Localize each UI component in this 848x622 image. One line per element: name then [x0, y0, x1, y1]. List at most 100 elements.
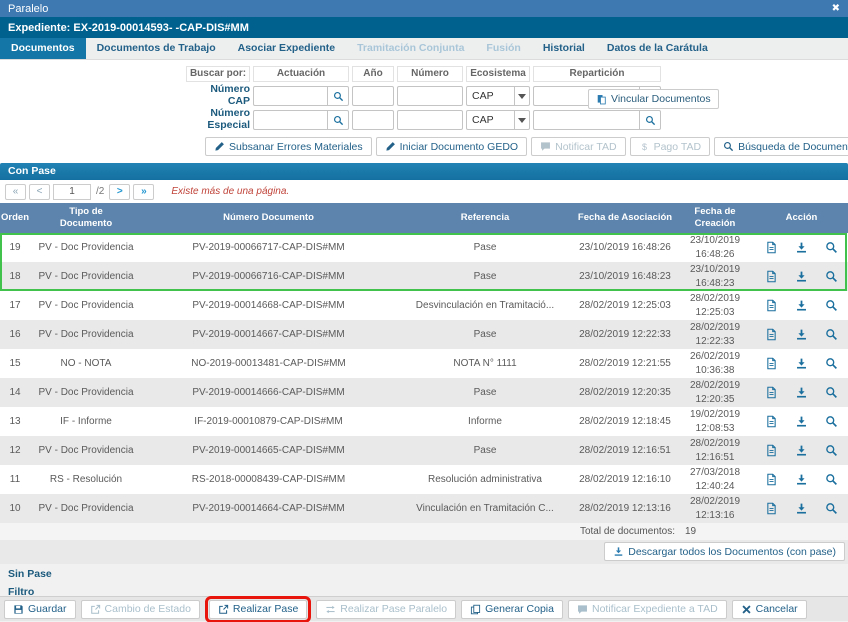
search-icon[interactable] [640, 110, 661, 130]
table-row[interactable]: 13 IF - Informe IF-2019-00010879-CAP-DIS… [0, 407, 848, 436]
vincular-documentos-button[interactable]: Vincular Documentos [588, 89, 719, 109]
search-icon[interactable] [825, 241, 838, 254]
search-icon[interactable] [825, 386, 838, 399]
tab[interactable]: Asociar Expediente [227, 38, 346, 59]
form-action-button[interactable]: Iniciar Documento GEDO [376, 137, 527, 156]
document-icon[interactable] [765, 415, 778, 428]
cap-ecosistema-select[interactable]: CAP [466, 86, 530, 106]
cell-tipo-documento: IF - Informe [30, 416, 142, 427]
search-icon[interactable] [825, 444, 838, 457]
download-icon[interactable] [795, 502, 808, 515]
cap-anio-input[interactable] [352, 86, 394, 106]
form-action-button[interactable]: Notificar TAD [531, 137, 625, 156]
footer-button[interactable]: Realizar Pase Paralelo [316, 600, 456, 619]
search-icon[interactable] [825, 270, 838, 283]
document-icon[interactable] [765, 357, 778, 370]
table-row[interactable]: 17 PV - Doc Providencia PV-2019-00014668… [0, 291, 848, 320]
especial-numero-input[interactable] [397, 110, 463, 130]
button-label: Búsqueda de Documentos [738, 141, 848, 153]
close-icon[interactable]: ✖ [832, 4, 840, 14]
footer-button[interactable]: Realizar Pase [209, 600, 307, 619]
dollar-icon [639, 141, 650, 152]
cell-fecha-creacion: 28/02/2019 12:13:16 [675, 495, 755, 522]
download-icon[interactable] [795, 241, 808, 254]
download-icon[interactable] [795, 299, 808, 312]
document-icon[interactable] [765, 444, 778, 457]
document-icon[interactable] [765, 473, 778, 486]
col-orden: Orden [0, 203, 30, 233]
especial-anio-input[interactable] [352, 110, 394, 130]
search-icon[interactable] [825, 357, 838, 370]
cell-orden: 19 [0, 242, 30, 253]
search-icon[interactable] [328, 86, 349, 106]
search-icon[interactable] [825, 415, 838, 428]
tab[interactable]: Documentos [0, 38, 86, 59]
download-icon[interactable] [795, 473, 808, 486]
document-icon[interactable] [765, 328, 778, 341]
table-row[interactable]: 16 PV - Doc Providencia PV-2019-00014667… [0, 320, 848, 349]
download-icon[interactable] [795, 444, 808, 457]
document-icon[interactable] [765, 386, 778, 399]
tab[interactable]: Fusión [475, 38, 531, 59]
tab[interactable]: Tramitación Conjunta [346, 38, 475, 59]
chat-icon [540, 141, 551, 152]
prev-page-button[interactable]: < [29, 184, 50, 200]
cell-orden: 16 [0, 329, 30, 340]
footer-button[interactable]: Cambio de Estado [81, 600, 200, 619]
con-pase-header[interactable]: Con Pase [0, 163, 848, 180]
header-anio: Año [352, 66, 394, 82]
search-icon[interactable] [825, 473, 838, 486]
document-icon[interactable] [765, 502, 778, 515]
footer-button[interactable]: Generar Copia [461, 600, 563, 619]
search-icon[interactable] [825, 502, 838, 515]
table-row[interactable]: 15 NO - NOTA NO-2019-00013481-CAP-DIS#MM… [0, 349, 848, 378]
modal-titlebar: Paralelo ✖ [0, 0, 848, 17]
last-page-button[interactable]: » [133, 184, 154, 200]
document-icon[interactable] [765, 299, 778, 312]
download-icon[interactable] [795, 328, 808, 341]
search-icon[interactable] [328, 110, 349, 130]
tab-label: Historial [543, 42, 585, 54]
table-row[interactable]: 11 RS - Resolución RS-2018-00008439-CAP-… [0, 465, 848, 494]
especial-reparticion-input[interactable] [533, 110, 640, 130]
cap-actuacion-input[interactable] [253, 86, 328, 106]
tab[interactable]: Datos de la Carátula [596, 38, 719, 59]
next-page-button[interactable]: > [109, 184, 130, 200]
especial-ecosistema-select[interactable]: CAP [466, 110, 530, 130]
form-action-button[interactable]: Pago TAD [630, 137, 710, 156]
table-row[interactable]: 14 PV - Doc Providencia PV-2019-00014666… [0, 378, 848, 407]
download-icon[interactable] [795, 386, 808, 399]
button-label: Realizar Pase [233, 603, 298, 615]
download-icon[interactable] [795, 357, 808, 370]
table-row[interactable]: 19 PV - Doc Providencia PV-2019-00066717… [0, 233, 848, 262]
sin-pase-section-header[interactable]: Sin Pase [8, 568, 848, 580]
table-row[interactable]: 10 PV - Doc Providencia PV-2019-00014664… [0, 494, 848, 523]
footer-button[interactable]: Guardar [4, 600, 76, 619]
chat-icon [577, 604, 588, 615]
cell-fecha-creacion: 28/02/2019 12:20:35 [675, 379, 755, 406]
download-icon[interactable] [795, 415, 808, 428]
download-icon[interactable] [795, 270, 808, 283]
tab[interactable]: Documentos de Trabajo [86, 38, 227, 59]
especial-actuacion-input[interactable] [253, 110, 328, 130]
cap-numero-input[interactable] [397, 86, 463, 106]
boxarrow-icon [90, 604, 101, 615]
button-label: Iniciar Documento GEDO [400, 141, 518, 153]
cell-fecha-asociacion: 28/02/2019 12:13:16 [575, 503, 675, 514]
first-page-button[interactable]: « [5, 184, 26, 200]
form-action-button[interactable]: Búsqueda de Documentos [714, 137, 848, 156]
table-row[interactable]: 12 PV - Doc Providencia PV-2019-00014665… [0, 436, 848, 465]
document-icon[interactable] [765, 270, 778, 283]
download-all-button[interactable]: Descargar todos los Documentos (con pase… [604, 542, 845, 561]
paste-icon [596, 94, 607, 105]
page-number-input[interactable] [53, 184, 91, 200]
search-icon[interactable] [825, 299, 838, 312]
document-icon[interactable] [765, 241, 778, 254]
footer-button[interactable]: Notificar Expediente a TAD [568, 600, 727, 619]
tab-bar: Documentos Documentos de Trabajo Asociar… [0, 38, 848, 60]
search-icon[interactable] [825, 328, 838, 341]
footer-button[interactable]: Cancelar [732, 600, 807, 619]
tab[interactable]: Historial [532, 38, 596, 59]
form-action-button[interactable]: Subsanar Errores Materiales [205, 137, 372, 156]
table-row[interactable]: 18 PV - Doc Providencia PV-2019-00066716… [0, 262, 848, 291]
